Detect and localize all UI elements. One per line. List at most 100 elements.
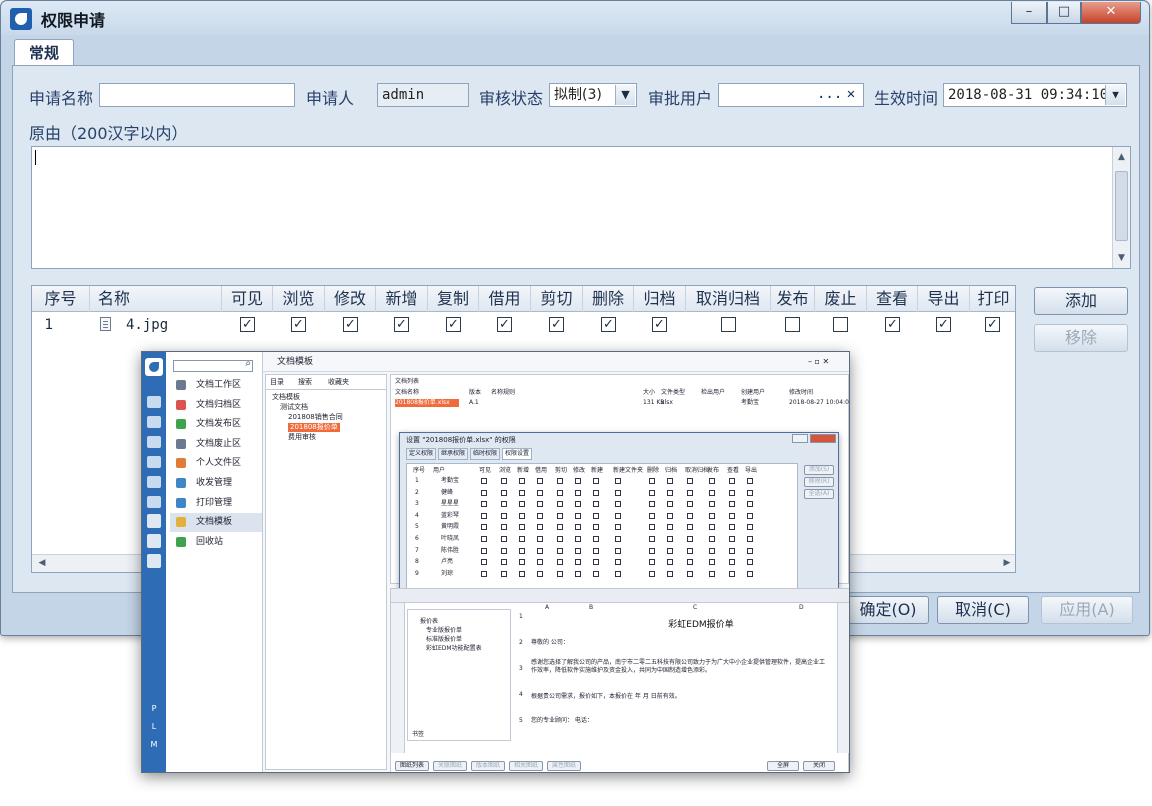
subdialog-checkbox[interactable] [687, 536, 693, 542]
preview-bottom-tab[interactable]: 相关图纸 [509, 761, 543, 771]
subdialog-checkbox[interactable] [729, 512, 735, 519]
tree-node[interactable]: 201808销售合同 [288, 413, 343, 422]
subdialog-checkbox[interactable] [615, 501, 621, 508]
permission-checkbox[interactable]: ✓ [394, 317, 409, 332]
subdialog-checkbox[interactable] [481, 512, 487, 519]
subdialog-checkbox[interactable] [649, 547, 655, 554]
scroll-down-icon[interactable]: ▼ [1114, 250, 1129, 266]
subdialog-checkbox[interactable] [481, 547, 487, 554]
nav-letter-m[interactable]: M [142, 740, 166, 749]
col-visible[interactable]: 可见 [222, 286, 273, 312]
doc-list-column[interactable]: 版本 [469, 389, 481, 397]
col-view[interactable]: 查看 [867, 286, 918, 312]
reason-textarea[interactable]: ▲ ▼ [31, 146, 1131, 269]
subdialog-checkbox[interactable] [557, 559, 563, 566]
subdialog-checkbox[interactable] [667, 501, 673, 508]
subdialog-checkbox[interactable] [687, 478, 693, 484]
subdialog-checkbox[interactable] [557, 570, 563, 577]
permission-checkbox[interactable]: ✓ [497, 317, 512, 332]
permission-checkbox[interactable]: ✓ [343, 317, 358, 332]
thumbnail-icon[interactable] [147, 534, 161, 548]
minimize-button[interactable]: – [1011, 2, 1047, 24]
chevron-down-icon[interactable]: ▼ [1105, 85, 1125, 105]
subdialog-checkbox[interactable] [667, 547, 673, 554]
overlay-menu-item[interactable]: 打印管理 [170, 494, 262, 513]
review-status-select[interactable]: 拟制(3) ▼ [549, 83, 637, 107]
preview-left-toolbar[interactable] [391, 603, 405, 753]
permission-checkbox[interactable]: ✓ [652, 317, 667, 332]
subdialog-checkbox[interactable] [667, 489, 673, 496]
subdialog-checkbox[interactable] [519, 524, 525, 531]
subdialog-checkbox[interactable] [615, 547, 621, 554]
subdialog-checkbox[interactable] [729, 478, 735, 484]
maximize-button[interactable]: □ [1047, 2, 1081, 24]
subdialog-column[interactable]: 剪切 [555, 467, 567, 475]
permission-checkbox[interactable]: ✓ [985, 317, 1000, 332]
subdialog-maximize[interactable] [792, 434, 808, 443]
subdialog-checkbox[interactable] [557, 478, 563, 484]
subdialog-checkbox[interactable] [593, 559, 599, 566]
col-print[interactable]: 打印 [970, 286, 1015, 312]
subdialog-tab[interactable]: 定义权限 [406, 448, 437, 460]
subdialog-checkbox[interactable] [709, 478, 715, 484]
subdialog-checkbox[interactable] [481, 559, 487, 566]
nav-letter-l[interactable]: L [142, 722, 166, 731]
subdialog-checkbox[interactable] [481, 524, 487, 531]
preview-bottom-tab[interactable]: 图纸列表 [395, 761, 429, 771]
subdialog-checkbox[interactable] [537, 570, 543, 577]
col-export[interactable]: 导出 [918, 286, 970, 312]
subdialog-checkbox[interactable] [593, 536, 599, 542]
subdialog-checkbox[interactable] [667, 536, 673, 542]
subdialog-tab[interactable]: 继承权限 [438, 448, 469, 460]
subdialog-checkbox[interactable] [481, 501, 487, 508]
subdialog-checkbox[interactable] [687, 501, 693, 508]
users-icon[interactable] [147, 476, 161, 488]
col-delete[interactable]: 删除 [583, 286, 634, 312]
subdialog-checkbox[interactable] [747, 547, 753, 554]
overlay-menu-item[interactable]: 个人文件区 [170, 454, 262, 473]
permission-checkbox[interactable]: ✓ [240, 317, 255, 332]
permission-checkbox[interactable]: ✓ [291, 317, 306, 332]
tree-tab-favorites[interactable]: 收藏夹 [328, 378, 349, 387]
subdialog-column[interactable]: 浏览 [499, 467, 511, 475]
subdialog-checkbox[interactable] [593, 489, 599, 496]
overlay-menu-item[interactable]: 文档工作区 [170, 376, 262, 395]
subdialog-checkbox[interactable] [575, 489, 581, 496]
subdialog-checkbox[interactable] [575, 559, 581, 566]
search-icon[interactable]: ⌕ [245, 358, 251, 369]
folder-icon[interactable] [147, 416, 161, 428]
subdialog-checkbox[interactable] [615, 489, 621, 496]
subdialog-checkbox[interactable] [557, 512, 563, 519]
subdialog-checkbox[interactable] [709, 547, 715, 554]
outline-item[interactable]: 报价表 [420, 618, 438, 626]
approver-clear-button[interactable]: ✕ [840, 85, 862, 105]
col-borrow[interactable]: 借用 [479, 286, 531, 312]
subdialog-checkbox[interactable] [519, 547, 525, 554]
col-copy[interactable]: 复制 [428, 286, 479, 312]
overlay-search-input[interactable]: ⌕ [173, 358, 253, 372]
overlay-menu-item[interactable]: 收发管理 [170, 474, 262, 493]
scroll-right-icon[interactable]: ▶ [999, 556, 1015, 571]
subdialog-checkbox[interactable] [575, 536, 581, 542]
subdialog-tab[interactable]: 权限设置 [502, 448, 533, 460]
permission-checkbox[interactable]: ✓ [446, 317, 461, 332]
subdialog-column[interactable]: 新建文件夹 [613, 467, 643, 475]
doc-list-column[interactable]: 文件类型 [661, 389, 685, 397]
cancel-button[interactable]: 取消(C) [937, 596, 1029, 624]
col-publish[interactable]: 发布 [771, 286, 815, 312]
subdialog-checkbox[interactable] [709, 501, 715, 508]
col-abolish[interactable]: 废止 [815, 286, 867, 312]
subdialog-checkbox[interactable] [747, 501, 753, 508]
name-input[interactable] [99, 83, 295, 107]
doc-list-column[interactable]: 文档名称 [395, 389, 419, 397]
preview-bottom-tab[interactable]: 关联图纸 [433, 761, 467, 771]
subdialog-checkbox[interactable] [615, 524, 621, 531]
subdialog-checkbox[interactable] [709, 512, 715, 519]
subdialog-checkbox[interactable] [501, 512, 507, 519]
overlay-menu-item[interactable]: 文档发布区 [170, 415, 262, 434]
subdialog-checkbox[interactable] [501, 570, 507, 577]
subdialog-column[interactable]: 可见 [479, 467, 491, 475]
subdialog-checkbox[interactable] [593, 512, 599, 519]
col-add[interactable]: 新增 [376, 286, 428, 312]
subdialog-checkbox[interactable] [593, 547, 599, 554]
